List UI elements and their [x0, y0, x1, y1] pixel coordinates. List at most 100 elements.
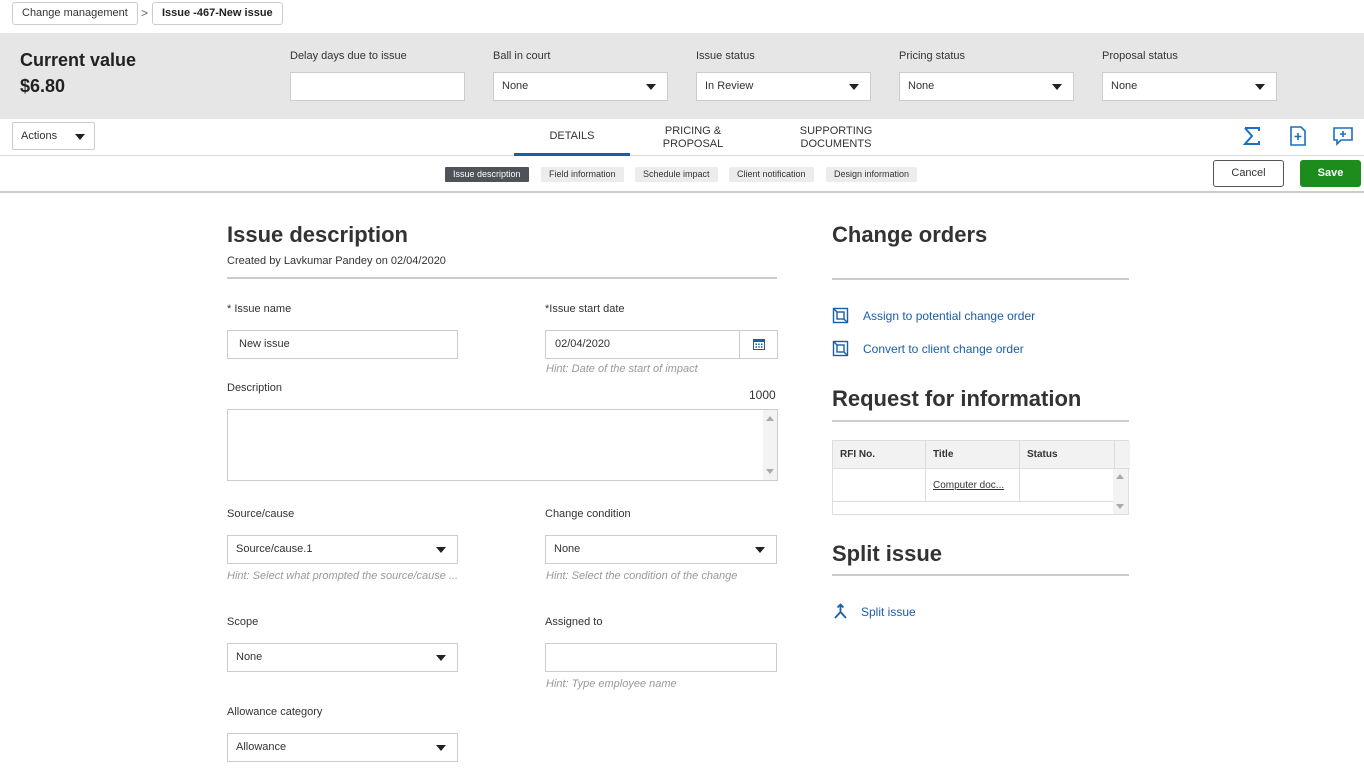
start-date-label: *Issue start date — [545, 303, 625, 315]
split-icon — [834, 603, 847, 619]
pill-design-information[interactable]: Design information — [826, 167, 918, 182]
section-divider — [832, 278, 1129, 280]
split-issue-title: Split issue — [832, 541, 943, 566]
description-scrollbar[interactable] — [763, 410, 777, 480]
change-condition-select[interactable]: None — [545, 535, 777, 564]
add-note-icon[interactable] — [1287, 125, 1309, 147]
proposal-status-value: None — [1111, 80, 1138, 92]
scroll-down-icon[interactable] — [1116, 504, 1124, 509]
rfi-cell-title[interactable]: Computer doc... — [926, 469, 1020, 502]
section-divider — [832, 574, 1129, 576]
rfi-title: Request for information — [832, 386, 1082, 411]
section-divider — [227, 277, 777, 279]
source-cause-hint: Hint: Select what prompted the source/ca… — [227, 570, 459, 582]
tab-details[interactable]: DETAILS — [514, 119, 630, 156]
tab-details-label: DETAILS — [549, 129, 595, 142]
actions-dropdown[interactable]: Actions — [12, 122, 95, 150]
rfi-cell-status — [1020, 469, 1115, 502]
start-date-input[interactable]: 02/04/2020 — [545, 330, 778, 359]
pill-client-notification[interactable]: Client notification — [729, 167, 814, 182]
delay-days-input[interactable] — [290, 72, 465, 101]
proposal-status-label: Proposal status — [1102, 50, 1178, 62]
issue-status-select[interactable]: In Review — [696, 72, 871, 101]
section-nav: Issue description Field information Sche… — [0, 156, 1364, 193]
change-orders-title: Change orders — [832, 222, 988, 247]
allowance-category-value: Allowance — [236, 741, 287, 753]
pricing-status-value: None — [908, 80, 935, 92]
chevron-down-icon — [849, 84, 859, 90]
assigned-to-input[interactable] — [545, 643, 777, 672]
calendar-icon — [753, 339, 765, 350]
rfi-table: RFI No. Title Status Computer doc... — [832, 440, 1130, 515]
change-condition-hint: Hint: Select the condition of the change — [546, 570, 738, 582]
breadcrumb-separator: > — [141, 6, 149, 20]
sigma-icon[interactable] — [1241, 125, 1263, 147]
chevron-down-icon — [1255, 84, 1265, 90]
split-issue-link[interactable]: Split issue — [861, 605, 916, 619]
scope-value: None — [236, 651, 263, 663]
issue-description-title: Issue description — [227, 222, 408, 247]
current-value: $6.80 — [20, 76, 66, 96]
assigned-to-hint: Hint: Type employee name — [546, 678, 677, 690]
delay-days-label: Delay days due to issue — [290, 50, 407, 62]
date-picker-button[interactable] — [739, 331, 777, 358]
source-cause-select[interactable]: Source/cause.1 — [227, 535, 458, 564]
scroll-up-icon[interactable] — [1116, 474, 1124, 479]
issue-status-value: In Review — [705, 80, 754, 92]
description-char-count: 1000 — [749, 388, 776, 402]
issue-status-label: Issue status — [696, 50, 755, 62]
save-button[interactable]: Save — [1300, 160, 1361, 187]
proposal-status-select[interactable]: None — [1102, 72, 1277, 101]
scroll-down-icon[interactable] — [766, 469, 774, 474]
start-date-hint: Hint: Date of the start of impact — [546, 363, 698, 375]
rfi-col-title[interactable]: Title — [926, 441, 1020, 469]
rfi-title-link[interactable]: Computer doc... — [933, 480, 1004, 491]
chevron-down-icon — [75, 134, 85, 140]
tab-pricing-proposal[interactable]: PRICING & PROPOSAL — [640, 119, 746, 156]
rfi-col-status[interactable]: Status — [1020, 441, 1115, 469]
chevron-down-icon — [1052, 84, 1062, 90]
pricing-status-field: Pricing status None — [899, 50, 1074, 101]
chevron-down-icon — [646, 84, 656, 90]
scope-select[interactable]: None — [227, 643, 458, 672]
proposal-status-field: Proposal status None — [1102, 50, 1277, 101]
rfi-scrollbar[interactable] — [1113, 469, 1128, 514]
tab-supporting-label-2: DOCUMENTS — [800, 137, 872, 150]
pricing-status-select[interactable]: None — [899, 72, 1074, 101]
chevron-down-icon — [436, 547, 446, 553]
scroll-up-icon[interactable] — [766, 416, 774, 421]
convert-client-change-order-link[interactable]: Convert to client change order — [863, 342, 1024, 356]
current-value-label: Current value — [20, 50, 137, 70]
tab-supporting-documents[interactable]: SUPPORTING DOCUMENTS — [780, 119, 892, 156]
tab-pricing-label-1: PRICING & — [664, 124, 722, 137]
issue-name-input[interactable]: New issue — [227, 330, 458, 359]
issue-name-label: * Issue name — [227, 303, 292, 315]
chevron-down-icon — [755, 547, 765, 553]
rfi-cell-number — [833, 469, 926, 502]
assign-potential-change-order-link[interactable]: Assign to potential change order — [863, 309, 1035, 323]
description-label: Description — [227, 382, 283, 394]
ball-in-court-value: None — [502, 80, 529, 92]
add-comment-icon[interactable] — [1332, 125, 1354, 147]
ball-in-court-select[interactable]: None — [493, 72, 668, 101]
cancel-button[interactable]: Cancel — [1213, 160, 1284, 187]
ball-in-court-field: Ball in court None — [493, 50, 668, 101]
description-textarea[interactable] — [227, 409, 778, 481]
source-cause-label: Source/cause — [227, 508, 295, 520]
assign-order-icon — [832, 307, 849, 324]
allowance-category-select[interactable]: Allowance — [227, 733, 458, 762]
pricing-status-label: Pricing status — [899, 50, 966, 62]
pill-schedule-impact[interactable]: Schedule impact — [635, 167, 718, 182]
source-cause-value: Source/cause.1 — [236, 543, 313, 555]
chevron-down-icon — [436, 745, 446, 751]
chevron-down-icon — [436, 655, 446, 661]
tab-pricing-label-2: PROPOSAL — [662, 137, 724, 150]
change-condition-value: None — [554, 543, 581, 555]
allowance-category-label: Allowance category — [227, 706, 323, 718]
actions-label: Actions — [21, 130, 58, 142]
breadcrumb-change-management[interactable]: Change management — [12, 2, 138, 25]
pill-field-information[interactable]: Field information — [541, 167, 624, 182]
breadcrumb-current-issue[interactable]: Issue -467-New issue — [152, 2, 283, 25]
rfi-col-number[interactable]: RFI No. — [833, 441, 926, 469]
pill-issue-description[interactable]: Issue description — [445, 167, 529, 182]
